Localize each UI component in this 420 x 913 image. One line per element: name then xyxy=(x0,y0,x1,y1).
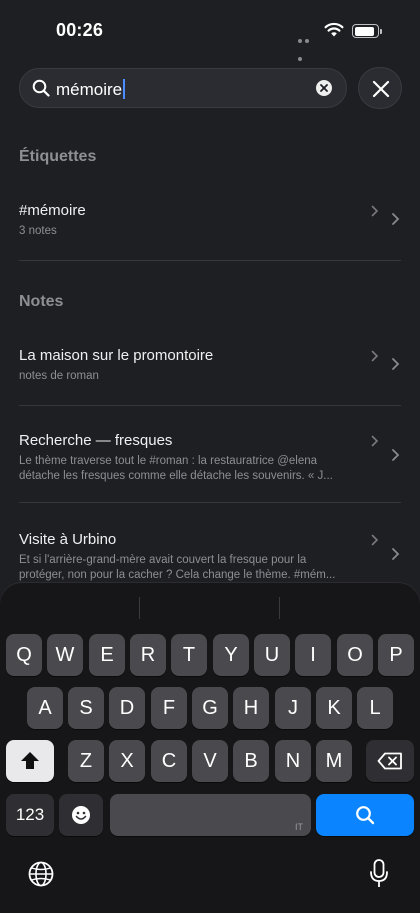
signal-dots-icon xyxy=(298,30,318,61)
close-search-button[interactable] xyxy=(358,67,402,109)
key-j[interactable]: J xyxy=(275,687,311,729)
tag-count: 3 notes xyxy=(19,225,57,237)
chevron-right-icon xyxy=(392,358,400,370)
clear-search-button[interactable] xyxy=(316,80,332,96)
numbers-key[interactable]: 123 xyxy=(6,794,54,836)
close-icon xyxy=(372,80,390,98)
search-icon xyxy=(32,79,50,97)
key-z[interactable]: Z xyxy=(68,740,104,782)
microphone-icon[interactable] xyxy=(369,859,389,889)
battery-icon xyxy=(352,24,382,38)
key-v[interactable]: V xyxy=(192,740,228,782)
key-x[interactable]: X xyxy=(109,740,145,782)
globe-icon[interactable] xyxy=(28,861,54,887)
note-title: La maison sur le promontoire xyxy=(19,347,214,364)
backspace-icon xyxy=(377,752,402,770)
tag-row-memoire[interactable]: #mémoire 3 notes xyxy=(19,202,401,239)
key-u[interactable]: U xyxy=(254,634,290,676)
key-p[interactable]: P xyxy=(378,634,414,676)
key-n[interactable]: N xyxy=(275,740,311,782)
key-y[interactable]: Y xyxy=(213,634,249,676)
suggestion-divider xyxy=(279,597,280,619)
key-l[interactable]: L xyxy=(357,687,393,729)
note-title: Recherche — fresques xyxy=(19,432,173,449)
text-caret xyxy=(123,79,126,99)
key-e[interactable]: E xyxy=(89,634,125,676)
divider xyxy=(19,502,401,503)
shift-key[interactable] xyxy=(6,740,54,782)
search-key[interactable] xyxy=(316,794,414,836)
chevron-right-icon xyxy=(371,435,379,447)
search-input[interactable]: mémoire xyxy=(56,79,126,100)
key-t[interactable]: T xyxy=(171,634,207,676)
delete-key[interactable] xyxy=(366,740,414,782)
note-preview: notes de roman xyxy=(19,370,99,382)
note-preview: Le thème traverse tout le #roman : la re… xyxy=(19,455,333,482)
key-q[interactable]: Q xyxy=(6,634,42,676)
status-bar: 00:26 xyxy=(0,0,420,61)
search-query: mémoire xyxy=(56,80,123,99)
note-row[interactable]: La maison sur le promontoire notes de ro… xyxy=(19,347,401,384)
section-title-notes: Notes xyxy=(19,293,64,310)
wifi-icon xyxy=(324,22,344,37)
key-o[interactable]: O xyxy=(337,634,373,676)
key-f[interactable]: F xyxy=(151,687,187,729)
note-preview: Et si l'arrière-grand-mère avait couvert… xyxy=(19,554,336,581)
key-w[interactable]: W xyxy=(47,634,83,676)
note-row[interactable]: Visite à Urbino Et si l'arrière-grand-mè… xyxy=(19,531,401,583)
clear-icon xyxy=(320,84,328,92)
chevron-right-icon xyxy=(371,534,379,546)
chevron-right-icon xyxy=(371,350,379,362)
chevron-right-icon xyxy=(392,449,400,461)
key-h[interactable]: H xyxy=(233,687,269,729)
space-key[interactable]: IT xyxy=(110,794,311,836)
emoji-icon xyxy=(72,806,90,824)
key-b[interactable]: B xyxy=(233,740,269,782)
status-time: 00:26 xyxy=(56,20,104,40)
key-s[interactable]: S xyxy=(68,687,104,729)
keyboard-language: IT xyxy=(295,822,303,832)
shift-icon xyxy=(21,752,39,769)
key-k[interactable]: K xyxy=(316,687,352,729)
key-m[interactable]: M xyxy=(316,740,352,782)
key-r[interactable]: R xyxy=(130,634,166,676)
keyboard: Q W E R T Y U I O P A S D F G H J K L Z … xyxy=(0,583,420,913)
key-c[interactable]: C xyxy=(151,740,187,782)
section-title-tags: Étiquettes xyxy=(19,148,97,165)
divider xyxy=(19,260,401,261)
key-d[interactable]: D xyxy=(109,687,145,729)
key-i[interactable]: I xyxy=(295,634,331,676)
search-field[interactable]: mémoire xyxy=(19,68,347,108)
emoji-key[interactable] xyxy=(59,794,103,836)
note-row[interactable]: Recherche — fresques Le thème traverse t… xyxy=(19,432,401,484)
key-g[interactable]: G xyxy=(192,687,228,729)
suggestion-divider xyxy=(139,597,140,619)
note-title: Visite à Urbino xyxy=(19,531,117,548)
chevron-right-icon xyxy=(392,213,400,225)
divider xyxy=(19,405,401,406)
tag-title: #mémoire xyxy=(19,202,86,219)
search-icon xyxy=(356,806,375,825)
key-a[interactable]: A xyxy=(27,687,63,729)
chevron-right-icon xyxy=(392,548,400,560)
chevron-right-icon xyxy=(371,205,379,217)
